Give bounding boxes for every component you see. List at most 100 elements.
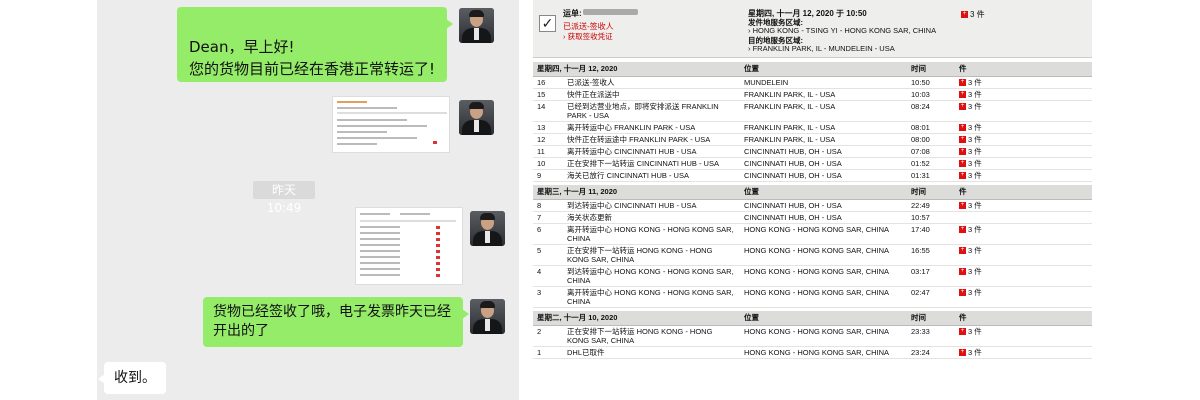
event-location: HONG KONG - HONG KONG SAR, CHINA [740,286,908,308]
event-description: 正在安排下一站转运 CINCINNATI HUB - USA [563,157,741,170]
event-pieces: 3 件 [968,326,982,336]
event-time: 02:47 [907,286,956,308]
event-location: HONG KONG - HONG KONG SAR, CHINA [740,223,908,245]
event-time: 01:52 [907,157,956,170]
avatar[interactable] [459,8,494,43]
plus-icon: + [959,148,967,156]
shipment-summary: ✓ 运单: 已派送-签收人 › 获取签收凭证 星期四, 十一月 12, 2020… [533,0,1092,58]
event-location: MUNDELEIN [740,76,908,89]
event-description: 正在安排下一站转运 HONG KONG - HONG KONG SAR, CHI… [563,244,741,266]
avatar[interactable] [470,211,505,246]
event-pieces: 3 件 [968,101,982,111]
message-text: 收到。 [114,370,156,386]
proof-of-delivery-link[interactable]: › 获取签收凭证 [563,31,613,42]
event-pieces-cell[interactable]: +3 件 [955,346,1092,359]
bullet-icon: › [748,44,751,53]
avatar[interactable] [459,100,494,135]
event-description: 离开转运中心 CINCINNATI HUB - USA [563,145,741,158]
event-location: CINCINNATI HUB, OH - USA [740,169,908,182]
event-pieces: 3 件 [968,146,982,156]
waybill-number-redacted [583,9,638,15]
event-description: 到达转运中心 CINCINNATI HUB - USA [563,199,741,212]
event-time: 22:49 [907,199,956,212]
event-location: FRANKLIN PARK, IL - USA [740,121,908,134]
tracking-event-row: 12 快件正在转运途中 FRANKLIN PARK - USA FRANKLIN P… [533,133,1092,146]
column-header-pieces: 件 [955,311,1092,326]
event-pieces-cell[interactable]: +3 件 [955,76,1092,89]
event-description: 快件正在派送中 [563,88,741,101]
event-pieces-cell[interactable]: +3 件 [955,145,1092,158]
plus-icon: + [959,328,967,336]
event-time: 03:17 [907,265,956,287]
event-description: 离开转运中心 FRANKLIN PARK - USA [563,121,741,134]
message-bubble[interactable]: 货物已经签收了哦，电子发票昨天已经开出的了 [203,297,469,347]
plus-icon: + [959,202,967,210]
plus-icon: + [959,79,967,87]
event-time: 01:31 [907,169,956,182]
event-description: 已派送-签收人 [563,76,741,89]
event-location: HONG KONG - HONG KONG SAR, CHINA [740,265,908,287]
event-pieces: 3 件 [968,347,982,357]
event-location: HONG KONG - HONG KONG SAR, CHINA [740,244,908,266]
image-attachment[interactable] [355,207,463,285]
plus-icon: + [959,349,967,357]
event-number: 6 [533,223,563,245]
event-pieces-cell[interactable]: +3 件 [955,286,1092,308]
event-pieces-cell[interactable]: +3 件 [955,244,1092,266]
event-time: 10:03 [907,88,956,101]
event-number: 1 [533,346,563,359]
event-pieces-cell[interactable]: +3 件 [955,223,1092,245]
avatar[interactable] [470,299,505,334]
event-time: 23:33 [907,325,956,347]
event-time: 23:24 [907,346,956,359]
plus-icon: + [961,11,968,19]
event-pieces-cell [955,211,1092,224]
event-number: 13 [533,121,563,134]
event-time: 08:24 [907,100,956,122]
event-location: CINCINNATI HUB, OH - USA [740,199,908,212]
delivered-checkbox[interactable]: ✓ [539,15,556,32]
tracking-event-row: 11 离开转运中心 CINCINNATI HUB - USA CINCINNATI … [533,145,1092,158]
event-pieces-cell[interactable]: +3 件 [955,157,1092,170]
column-header-time: 时间 [907,62,956,77]
pieces-label: 3 件 [970,10,985,19]
column-header-pieces: 件 [955,185,1092,200]
event-description: 海关状态更新 [563,211,741,224]
event-pieces-cell[interactable]: +3 件 [955,265,1092,287]
pieces-count[interactable]: +3 件 [961,9,985,20]
date-group-header: 星期三, 十一月 11, 2020 位置 时间件 [533,185,1092,200]
message-text: Dean，早上好! 您的货物目前已经在香港正常转运了! [189,38,436,78]
tracking-event-row: 2 正在安排下一站转运 HONG KONG - HONG KONG SAR, CH… [533,325,1092,347]
event-description: 正在安排下一站转运 HONG KONG - HONG KONG SAR, CHI… [563,325,741,347]
waybill-label: 运单: [563,9,582,18]
proof-link-label: 获取签收凭证 [567,32,613,41]
event-location: HONG KONG - HONG KONG SAR, CHINA [740,325,908,347]
event-pieces: 3 件 [968,224,982,234]
plus-icon: + [959,124,967,132]
event-pieces: 3 件 [968,170,982,180]
event-pieces: 3 件 [968,287,982,297]
tracking-event-row: 9 海关已放行 CINCINNATI HUB - USA CINCINNATI HU… [533,169,1092,182]
event-pieces-cell[interactable]: +3 件 [955,325,1092,347]
plus-icon: + [959,268,967,276]
event-pieces-cell[interactable]: +3 件 [955,100,1092,122]
screenshot-composite: Dean，早上好! 您的货物目前已经在香港正常转运了! 昨天 10:49 货物已… [0,0,1200,400]
plus-icon: + [959,172,967,180]
image-attachment[interactable] [332,96,450,153]
event-pieces-cell[interactable]: +3 件 [955,121,1092,134]
chat-panel: Dean，早上好! 您的货物目前已经在香港正常转运了! 昨天 10:49 货物已… [97,0,519,400]
event-number: 16 [533,76,563,89]
message-bubble[interactable]: Dean，早上好! 您的货物目前已经在香港正常转运了! [177,7,453,82]
event-pieces-cell[interactable]: +3 件 [955,88,1092,101]
event-pieces-cell[interactable]: +3 件 [955,169,1092,182]
tracking-event-row: 5 正在安排下一站转运 HONG KONG - HONG KONG SAR, CH… [533,244,1092,266]
tracking-events-table: 星期四, 十一月 12, 2020 位置 时间件 16 已派送-签收人 MUNDELEIN… [533,62,1092,359]
event-location: CINCINNATI HUB, OH - USA [740,157,908,170]
event-pieces-cell[interactable]: +3 件 [955,199,1092,212]
event-description: 到达转运中心 HONG KONG - HONG KONG SAR, CHINA [563,265,741,287]
message-bubble[interactable]: 收到。 [98,362,166,394]
event-pieces-cell[interactable]: +3 件 [955,133,1092,146]
event-pieces: 3 件 [968,158,982,168]
plus-icon: + [959,103,967,111]
event-pieces: 3 件 [968,245,982,255]
